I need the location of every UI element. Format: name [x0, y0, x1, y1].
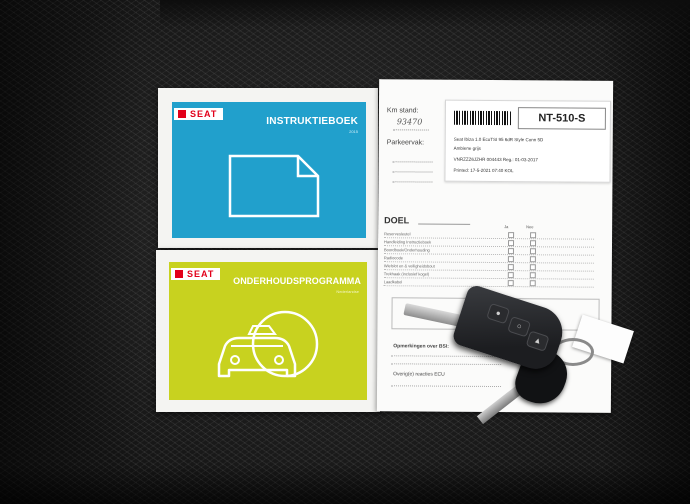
seat-logo-icon: [178, 110, 186, 118]
row-label: Reservesleutel: [384, 231, 411, 237]
instruction-booklet-title: INSTRUKTIEBOEK: [266, 116, 358, 127]
sticker-line: Ambiene grijs: [453, 145, 481, 151]
parking-line-3: [392, 181, 433, 183]
sticker-line: Seat Ibiza 1.0 EcoTSI 95 6dR Style Conn …: [453, 136, 544, 143]
maintenance-booklet-subtitle: Nederlandse: [336, 289, 359, 294]
parking-label: Parkeervak:: [386, 139, 425, 147]
maintenance-booklet-cover: SEAT ONDERHOUDSPROGRAMMA Nederlandse: [169, 262, 367, 400]
document-icon: [228, 154, 320, 218]
seat-brand-tag: SEAT: [171, 268, 221, 280]
km-value: 93470: [396, 117, 423, 127]
checkbox: [507, 272, 514, 279]
maintenance-booklet: SEAT ONDERHOUDSPROGRAMMA Nederlandse: [156, 250, 380, 412]
unlock-icon: ○: [507, 316, 532, 338]
checkbox: [529, 264, 536, 271]
doel-label: DOEL: [384, 215, 410, 226]
brand-label: SEAT: [187, 269, 215, 279]
remarks-line: [391, 385, 502, 388]
license-plate: NT-510-S: [517, 107, 606, 130]
parking-line-2: [392, 171, 433, 173]
remarks-line: [391, 355, 502, 358]
checkbox: [530, 232, 537, 239]
instruction-booklet-cover: SEAT INSTRUKTIEBOEK 2015: [172, 102, 366, 238]
instruction-booklet-subtitle: 2015: [349, 129, 358, 134]
row-label: Boordboek/Onderhouding: [383, 247, 430, 253]
trunk-icon: ▲: [525, 330, 550, 352]
checkbox: [507, 264, 514, 271]
seat-brand-tag: SEAT: [174, 108, 224, 120]
checkbox: [507, 256, 514, 263]
col-yes: Ja: [504, 224, 509, 230]
checkbox: [507, 240, 515, 247]
maintenance-booklet-title: ONDERHOUDSPROGRAMMA: [233, 276, 361, 286]
seat-seam: [160, 0, 690, 28]
checkbox: [529, 248, 536, 255]
checklist-row: Laadkabel: [383, 279, 594, 288]
brand-label: SEAT: [190, 109, 218, 119]
checkbox: [507, 248, 514, 255]
sticker-line: VNRZZZ6JZHR 004443 Reg.: 01-03-2017: [453, 156, 538, 163]
col-no: Nee: [526, 224, 534, 230]
vehicle-sticker: NT-510-S Seat Ibiza 1.0 EcoTSI 95 6dR St…: [444, 99, 612, 183]
checkbox: [529, 280, 536, 287]
seat-bolster-right: [600, 0, 690, 504]
car-service-icon: [217, 310, 319, 378]
checkbox: [507, 280, 514, 287]
instruction-booklet: SEAT INSTRUKTIEBOEK 2015: [158, 88, 378, 248]
checklist-row: Wielslot en & veiligheidsbout: [383, 263, 594, 272]
row-label: Radiocode: [383, 255, 404, 261]
seat-logo-icon: [175, 270, 183, 278]
doel-line: [418, 223, 471, 225]
checklist-row: Radiocode: [383, 255, 594, 264]
checkbox: [529, 272, 536, 279]
seat-shadow: [0, 464, 690, 504]
remarks-label-2: Overig(e) reacties ECU: [393, 371, 445, 378]
checkbox: [529, 256, 536, 263]
km-line: [392, 129, 429, 131]
checkbox: [508, 232, 515, 239]
row-label: Laadkabel: [383, 279, 403, 285]
parking-line-1: [392, 161, 433, 163]
seat-bolster-left: [0, 0, 160, 504]
barcode: [453, 110, 512, 126]
checkbox: [529, 240, 537, 247]
checklist-row: Trekhaak (inclusief kogel): [383, 271, 594, 280]
row-label: Handleiding Instructieboek: [384, 239, 432, 245]
checklist-row: Handleiding Instructieboek: [383, 239, 595, 248]
checklist-row: Boordboek/Onderhouding: [383, 247, 594, 256]
row-label: Wielslot en & veiligheidsbout: [383, 263, 435, 269]
remarks-line: [391, 363, 502, 366]
lock-icon: ●: [486, 302, 511, 325]
km-label: Km stand:: [386, 107, 419, 115]
row-label: Trekhaak (inclusief kogel): [383, 271, 430, 277]
checklist-row: Reservesleutel: [384, 231, 595, 240]
sticker-line: Printed: 17-5-2021 07:40 KOL: [453, 167, 514, 174]
remarks-label: Opmerkingen over BSI:: [393, 343, 449, 350]
